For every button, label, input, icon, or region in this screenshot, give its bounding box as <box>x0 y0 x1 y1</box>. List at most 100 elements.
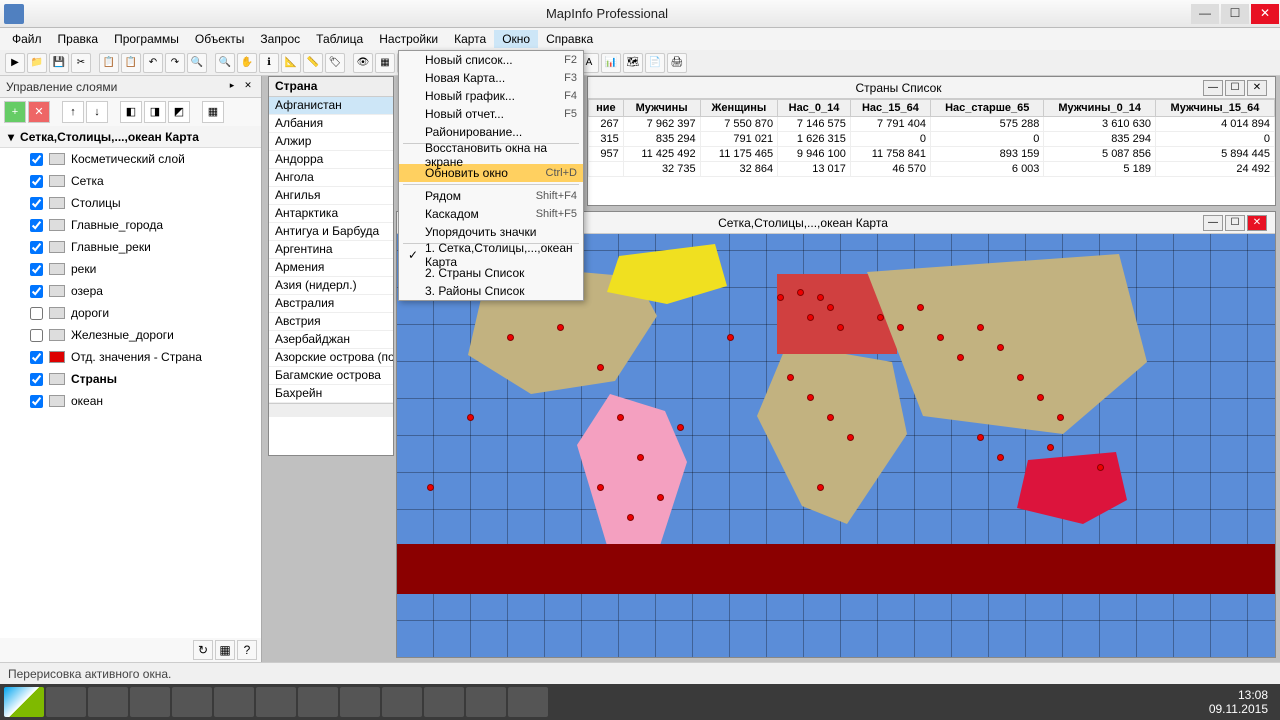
capital-dot[interactable] <box>677 424 684 431</box>
capital-dot[interactable] <box>1097 464 1104 471</box>
capital-dot[interactable] <box>1037 394 1044 401</box>
capital-dot[interactable] <box>977 324 984 331</box>
menu-dropdown-item-9[interactable]: РядомShift+F4 <box>399 187 583 205</box>
table-header[interactable]: Мужчины_15_64 <box>1155 100 1274 117</box>
country-row[interactable]: Антарктика <box>269 205 393 223</box>
layer-visible-checkbox[interactable] <box>30 307 43 320</box>
map-minimize-button[interactable]: — <box>1203 215 1223 231</box>
taskbar-ie-icon[interactable] <box>46 687 86 717</box>
layer-up-button[interactable]: ↑ <box>62 101 84 123</box>
table-maximize-button[interactable]: ☐ <box>1225 80 1245 96</box>
country-row[interactable]: Аргентина <box>269 241 393 259</box>
country-row[interactable]: Афганистан <box>269 97 393 115</box>
menu-item-4[interactable]: Запрос <box>252 30 308 48</box>
taskbar-app-2[interactable] <box>172 687 212 717</box>
capital-dot[interactable] <box>1047 444 1054 451</box>
country-row[interactable]: Австралия <box>269 295 393 313</box>
capital-dot[interactable] <box>777 294 784 301</box>
menu-item-9[interactable]: Справка <box>538 30 601 48</box>
layer-row-8[interactable]: Железные_дороги <box>0 324 261 346</box>
country-row[interactable]: Армения <box>269 259 393 277</box>
menu-dropdown-item-11[interactable]: Упорядочить значки <box>399 223 583 241</box>
country-row[interactable]: Бахрейн <box>269 385 393 403</box>
capital-dot[interactable] <box>847 434 854 441</box>
capital-dot[interactable] <box>797 289 804 296</box>
layer-row-2[interactable]: Столицы <box>0 192 261 214</box>
table-row[interactable]: 32 73532 86413 01746 5706 0035 18924 492 <box>589 162 1275 177</box>
country-row[interactable]: Алжир <box>269 133 393 151</box>
country-row[interactable]: Азорские острова (пор <box>269 349 393 367</box>
taskbar-explorer-icon[interactable] <box>88 687 128 717</box>
panel-close-icon[interactable]: ✕ <box>241 80 255 94</box>
map-maximize-button[interactable]: ☐ <box>1225 215 1245 231</box>
toolbar-btn-29[interactable]: 🖨 <box>667 53 687 73</box>
menu-dropdown-item-1[interactable]: Новая Карта...F3 <box>399 69 583 87</box>
close-button[interactable]: ✕ <box>1251 4 1279 24</box>
data-table[interactable]: ниеМужчиныЖенщиныНас_0_14Нас_15_64Нас_ст… <box>588 99 1275 177</box>
toolbar-btn-11[interactable]: ℹ <box>259 53 279 73</box>
layer-visible-checkbox[interactable] <box>30 285 43 298</box>
taskbar-app-8[interactable] <box>424 687 464 717</box>
taskbar-app-3[interactable] <box>214 687 254 717</box>
toolbar-btn-2[interactable]: 💾 <box>49 53 69 73</box>
toolbar-btn-7[interactable]: ↷ <box>165 53 185 73</box>
layer-row-1[interactable]: Сетка <box>0 170 261 192</box>
panel-footer-btn-1[interactable]: ↻ <box>193 640 213 660</box>
table-header[interactable]: Нас_старше_65 <box>930 100 1043 117</box>
map-close-button[interactable]: ✕ <box>1247 215 1267 231</box>
capital-dot[interactable] <box>807 394 814 401</box>
capital-dot[interactable] <box>817 484 824 491</box>
taskbar-app-4[interactable] <box>256 687 296 717</box>
panel-footer-btn-2[interactable]: ▦ <box>215 640 235 660</box>
taskbar-app-1[interactable] <box>130 687 170 717</box>
layer-row-7[interactable]: дороги <box>0 302 261 324</box>
capital-dot[interactable] <box>637 454 644 461</box>
menu-item-0[interactable]: Файл <box>4 30 50 48</box>
layer-visible-checkbox[interactable] <box>30 197 43 210</box>
capital-dot[interactable] <box>997 454 1004 461</box>
capital-dot[interactable] <box>817 294 824 301</box>
layer-visible-checkbox[interactable] <box>30 263 43 276</box>
country-row[interactable]: Ангилья <box>269 187 393 205</box>
taskbar-app-9[interactable] <box>466 687 506 717</box>
minimize-button[interactable]: — <box>1191 4 1219 24</box>
table-header[interactable]: Мужчины <box>623 100 700 117</box>
capital-dot[interactable] <box>1017 374 1024 381</box>
toolbar-btn-8[interactable]: 🔍 <box>187 53 207 73</box>
layer-group-header[interactable]: ▾ Сетка,Столицы,...,океан Карта <box>0 126 261 148</box>
taskbar-app-7[interactable] <box>382 687 422 717</box>
toolbar-btn-10[interactable]: ✋ <box>237 53 257 73</box>
capital-dot[interactable] <box>467 414 474 421</box>
country-row[interactable]: Антигуа и Барбуда <box>269 223 393 241</box>
capital-dot[interactable] <box>627 514 634 521</box>
capital-dot[interactable] <box>1057 414 1064 421</box>
country-row[interactable]: Австрия <box>269 313 393 331</box>
menu-dropdown-item-14[interactable]: 2. Страны Список <box>399 264 583 282</box>
menu-item-1[interactable]: Правка <box>50 30 107 48</box>
country-row[interactable]: Багамские острова <box>269 367 393 385</box>
menu-dropdown-item-6[interactable]: Восстановить окна на экране <box>399 146 583 164</box>
menu-item-6[interactable]: Настройки <box>371 30 446 48</box>
toolbar-btn-16[interactable]: ▦ <box>375 53 395 73</box>
layer-row-10[interactable]: Страны <box>0 368 261 390</box>
layer-visible-checkbox[interactable] <box>30 351 43 364</box>
layer-tool-3[interactable]: ◩ <box>168 101 190 123</box>
toolbar-btn-13[interactable]: 📏 <box>303 53 323 73</box>
menu-item-5[interactable]: Таблица <box>308 30 371 48</box>
table-row[interactable]: 2677 962 3977 550 8707 146 5757 791 4045… <box>589 117 1275 132</box>
taskbar-app-10[interactable] <box>508 687 548 717</box>
table-row[interactable]: 315835 294791 0211 626 31500835 2940 <box>589 132 1275 147</box>
layer-visible-checkbox[interactable] <box>30 373 43 386</box>
layer-row-3[interactable]: Главные_города <box>0 214 261 236</box>
menu-item-2[interactable]: Программы <box>106 30 187 48</box>
capital-dot[interactable] <box>977 434 984 441</box>
capital-dot[interactable] <box>877 314 884 321</box>
toolbar-btn-3[interactable]: ✂ <box>71 53 91 73</box>
menu-item-8[interactable]: Окно <box>494 30 538 48</box>
table-header[interactable]: Мужчины_0_14 <box>1044 100 1156 117</box>
table-header[interactable]: Нас_15_64 <box>850 100 930 117</box>
country-row[interactable]: Ангола <box>269 169 393 187</box>
capital-dot[interactable] <box>507 334 514 341</box>
layer-row-0[interactable]: Косметический слой <box>0 148 261 170</box>
table-header[interactable]: ние <box>589 100 624 117</box>
